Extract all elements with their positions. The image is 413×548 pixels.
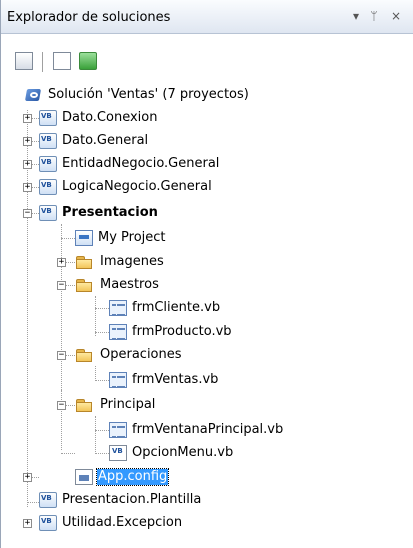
tree-item-dato-general[interactable]: Dato.General: [39, 130, 149, 152]
config-file-icon: [75, 469, 93, 485]
expand-icon[interactable]: +: [23, 114, 32, 123]
tree-item-maestros[interactable]: Maestros: [75, 274, 160, 296]
solution-tree: Solución 'Ventas' (7 proyectos) + Dato.C…: [1, 0, 413, 548]
tree-item-label: Dato.General: [62, 133, 149, 148]
form-icon: [109, 324, 127, 340]
tree-item-label: LogicaNegocio.General: [62, 179, 212, 194]
tree-item-utilidad-excepcion[interactable]: Utilidad.Excepcion: [39, 512, 183, 534]
vb-project-icon: [39, 205, 57, 221]
expand-icon[interactable]: +: [23, 183, 32, 192]
expand-icon[interactable]: +: [57, 258, 66, 267]
tree-item-label: Presentacion.Plantilla: [62, 492, 202, 507]
collapse-icon[interactable]: −: [57, 351, 66, 360]
vb-project-icon: [39, 110, 57, 126]
my-project-icon: [75, 230, 93, 246]
tree-item-label: frmVentanaPrincipal.vb: [132, 422, 284, 437]
vb-file-icon: [109, 445, 127, 461]
collapse-icon[interactable]: −: [57, 281, 66, 290]
collapse-icon[interactable]: −: [57, 401, 66, 410]
tree-item-my-project[interactable]: My Project: [75, 227, 167, 249]
tree-item-label: Operaciones: [100, 347, 182, 362]
tree-item-label: Maestros: [100, 277, 159, 292]
tree-item-label: Utilidad.Excepcion: [62, 515, 183, 530]
tree-item-label: My Project: [98, 230, 166, 245]
tree-item-imagenes[interactable]: Imagenes: [75, 251, 165, 273]
tree-item-label: EntidadNegocio.General: [62, 156, 220, 171]
tree-item-label: frmCliente.vb: [132, 300, 221, 315]
form-icon: [109, 300, 127, 316]
tree-item-logicanegocio-general[interactable]: LogicaNegocio.General: [39, 176, 213, 198]
form-icon: [109, 372, 127, 388]
tree-item-presentacion-plantilla[interactable]: Presentacion.Plantilla: [39, 489, 202, 511]
expand-icon[interactable]: +: [23, 137, 32, 146]
expand-icon[interactable]: +: [23, 160, 32, 169]
tree-item-label: frmVentas.vb: [132, 372, 219, 387]
tree-item-label: OpcionMenu.vb: [132, 445, 234, 460]
tree-item-opcionmenu[interactable]: OpcionMenu.vb: [109, 442, 234, 464]
tree-item-frmproducto[interactable]: frmProducto.vb: [109, 321, 233, 343]
solution-icon: [25, 87, 43, 103]
tree-item-frmcliente[interactable]: frmCliente.vb: [109, 297, 221, 319]
tree-item-operaciones[interactable]: Operaciones: [75, 344, 183, 366]
vb-project-icon: [39, 156, 57, 172]
vb-project-icon: [39, 133, 57, 149]
tree-item-label-selected: App.config: [95, 468, 170, 486]
tree-item-dato-conexion[interactable]: Dato.Conexion: [39, 107, 158, 129]
tree-item-principal[interactable]: Principal: [75, 394, 156, 416]
tree-item-label: Dato.Conexion: [62, 110, 158, 125]
tree-item-app-config[interactable]: App.config: [75, 466, 170, 488]
tree-item-solution[interactable]: Solución 'Ventas' (7 proyectos): [25, 84, 250, 106]
folder-icon: [75, 254, 95, 270]
tree-item-entidadnegocio-general[interactable]: EntidadNegocio.General: [39, 153, 220, 175]
tree-item-presentacion[interactable]: Presentacion: [39, 202, 159, 224]
folder-open-icon: [75, 277, 95, 293]
folder-open-icon: [75, 347, 95, 363]
solution-explorer-panel: Explorador de soluciones ▾ ᛘ × Solución …: [0, 0, 413, 548]
expand-icon[interactable]: +: [23, 519, 32, 528]
form-icon: [109, 422, 127, 438]
collapse-icon[interactable]: −: [23, 209, 32, 218]
vb-project-icon: [39, 492, 57, 508]
tree-item-frmventanaprincipal[interactable]: frmVentanaPrincipal.vb: [109, 419, 284, 441]
tree-item-label: Imagenes: [100, 254, 164, 269]
folder-open-icon: [75, 397, 95, 413]
vb-project-icon: [39, 179, 57, 195]
vb-project-icon: [39, 515, 57, 531]
tree-item-label: Principal: [100, 397, 156, 412]
tree-item-label: frmProducto.vb: [132, 324, 232, 339]
tree-item-frmventas[interactable]: frmVentas.vb: [109, 369, 219, 391]
tree-item-label: Presentacion: [62, 205, 158, 220]
solution-label: Solución 'Ventas' (7 proyectos): [48, 87, 249, 102]
expand-icon[interactable]: +: [23, 473, 32, 482]
